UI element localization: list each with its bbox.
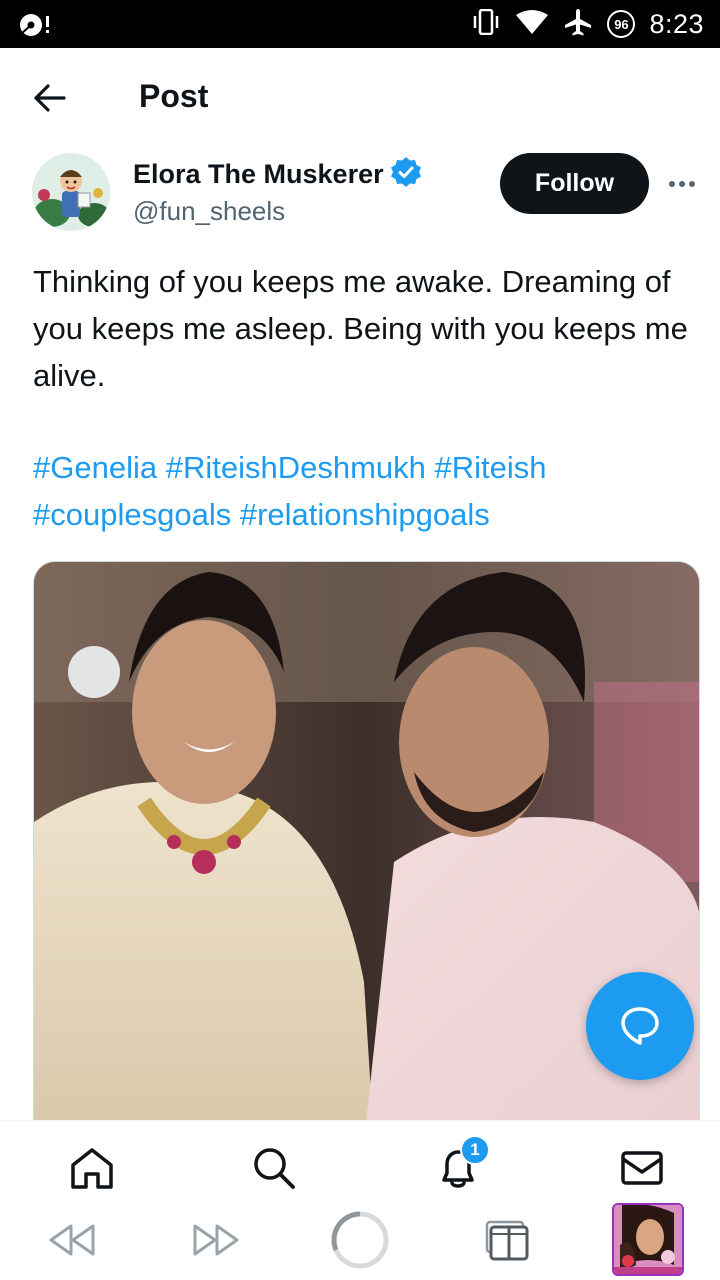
messages-icon	[621, 1151, 663, 1185]
status-bar: 96 8:23	[0, 0, 720, 48]
battery-saver-icon: 96	[607, 10, 636, 38]
home-circle-button[interactable]	[330, 1210, 390, 1270]
post-text: Thinking of you keeps me awake. Dreaming…	[33, 264, 688, 393]
recent-apps-icon	[485, 1220, 529, 1261]
post-header: Post	[0, 48, 720, 148]
app-thumbnail[interactable]	[612, 1203, 684, 1276]
hashtag-link[interactable]: #RiteishDeshmukh	[166, 450, 426, 485]
more-options-button[interactable]	[664, 170, 704, 198]
system-nav-bar	[0, 1200, 720, 1280]
fast-forward-button[interactable]	[186, 1210, 246, 1270]
fast-forward-icon	[193, 1224, 239, 1256]
nav-home[interactable]	[67, 1143, 117, 1193]
status-time: 8:23	[649, 8, 704, 39]
more-horizontal-icon	[669, 181, 695, 187]
hashtag-link[interactable]: #couplesgoals	[33, 497, 231, 532]
wifi-icon	[515, 9, 549, 40]
reply-bubble-icon	[621, 1007, 659, 1045]
nav-messages[interactable]	[617, 1143, 667, 1193]
vibrate-icon	[471, 8, 501, 40]
recent-apps-button[interactable]	[476, 1210, 536, 1270]
rewind-button[interactable]	[42, 1210, 102, 1270]
back-arrow-icon	[34, 84, 66, 112]
hashtag-link[interactable]: #Riteish	[435, 450, 547, 485]
app-thumbnail-image	[614, 1205, 682, 1274]
notification-count-badge: 1	[460, 1135, 490, 1165]
back-button[interactable]	[28, 78, 72, 118]
page-title: Post	[139, 78, 209, 114]
airplane-icon	[563, 7, 593, 42]
author-name[interactable]: Elora The Muskerer	[133, 159, 384, 190]
author-name-row[interactable]: Elora The Muskerer	[133, 156, 422, 193]
verified-badge-icon	[390, 156, 422, 193]
home-circle-icon	[331, 1211, 389, 1269]
search-icon	[254, 1148, 295, 1189]
rewind-icon	[49, 1224, 95, 1256]
hashtag-link[interactable]: #Genelia	[33, 450, 157, 485]
hashtag-list: #Genelia #RiteishDeshmukh #Riteish #coup…	[33, 444, 693, 538]
avatar[interactable]	[32, 153, 110, 231]
follow-button[interactable]: Follow	[500, 153, 649, 214]
home-icon	[71, 1148, 113, 1189]
reply-fab-button[interactable]	[586, 972, 694, 1080]
cast-icon	[18, 12, 54, 43]
author-handle[interactable]: @fun_sheels	[133, 196, 285, 227]
nav-search[interactable]	[249, 1143, 299, 1193]
avatar-image	[32, 153, 110, 231]
hashtag-link[interactable]: #relationshipgoals	[240, 497, 490, 532]
